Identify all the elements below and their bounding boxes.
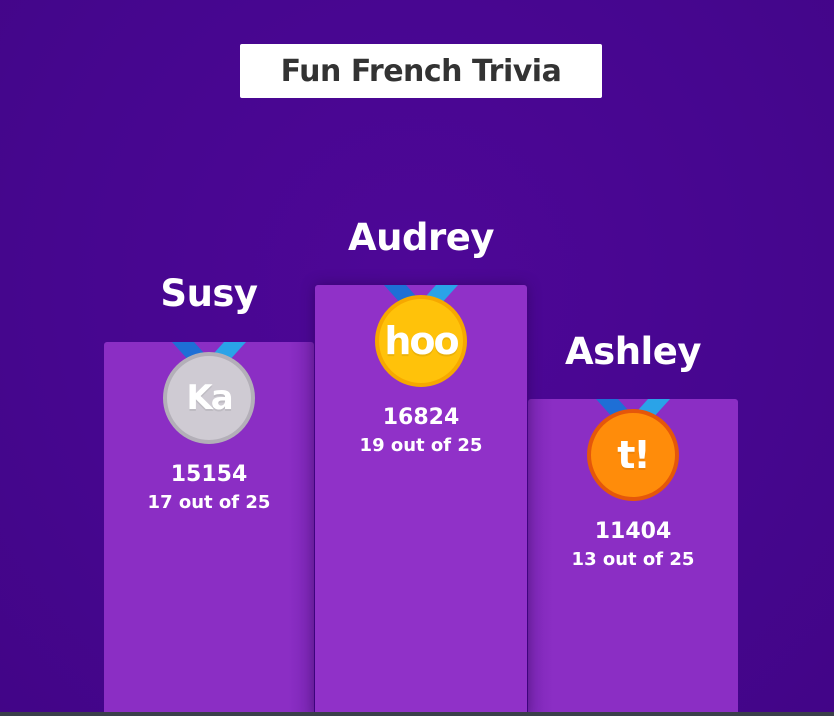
bronze-medal-text: t! [617,433,650,477]
first-place-score: 16824 [382,405,460,430]
third-place-correct: 13 out of 25 [571,549,695,570]
third-place-score: 11404 [594,519,672,544]
second-place-score: 15154 [170,462,248,487]
silver-medal-icon: Ka [163,352,255,444]
gold-medal-icon: hoo [375,295,467,387]
silver-medal-text: Ka [186,378,233,418]
third-place-name: Ashley [565,330,701,373]
bottom-bar [0,712,834,716]
second-place-correct: 17 out of 25 [147,492,271,513]
first-place-correct: 19 out of 25 [359,435,483,456]
first-place-podium: hoo 16824 19 out of 25 [315,285,527,716]
second-place-name: Susy [160,272,258,315]
gold-medal-text: hoo [384,319,459,363]
quiz-title: Fun French Trivia [280,53,562,89]
third-place-podium: t! 11404 13 out of 25 [528,399,738,716]
second-place-podium: Ka 15154 17 out of 25 [104,342,314,716]
podium-stage: Fun French Trivia Susy Ka 15154 17 out o… [0,0,834,716]
quiz-title-box: Fun French Trivia [240,44,602,98]
first-place-name: Audrey [348,216,494,259]
bronze-medal-icon: t! [587,409,679,501]
